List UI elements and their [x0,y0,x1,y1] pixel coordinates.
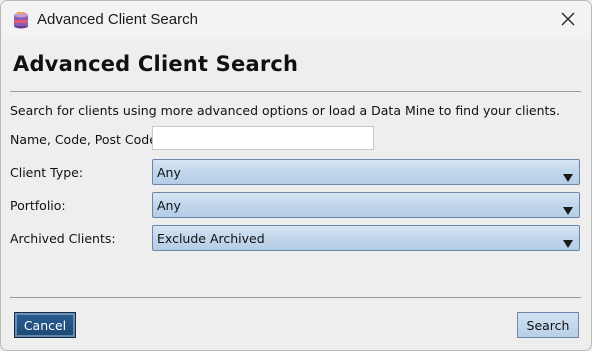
portfolio-label: Portfolio: [10,198,66,213]
chevron-down-icon [563,234,573,248]
client-type-label: Client Type: [10,165,84,180]
portfolio-value: Any [157,198,181,213]
title-bar: Advanced Client Search [1,1,591,39]
archived-clients-value: Exclude Archived [157,231,265,246]
portfolio-select[interactable]: Any [152,192,580,218]
name-search-label: Name, Code, Post Code [10,132,157,147]
app-logo-icon [12,11,30,29]
page-title: Advanced Client Search [13,52,299,76]
chevron-down-icon [563,201,573,215]
name-search-input[interactable] [152,126,374,150]
chevron-down-icon [563,168,573,182]
archived-clients-select[interactable]: Exclude Archived [152,225,580,251]
advanced-client-search-dialog: Advanced Client Search Advanced Client S… [0,0,592,351]
window-title: Advanced Client Search [37,11,198,28]
client-type-select[interactable]: Any [152,159,580,185]
header-divider [10,91,581,92]
description-text: Search for clients using more advanced o… [10,103,560,118]
cancel-button[interactable]: Cancel [14,312,76,338]
search-button[interactable]: Search [517,312,579,338]
client-type-value: Any [157,165,181,180]
close-button[interactable] [545,1,591,39]
archived-clients-label: Archived Clients: [10,231,116,246]
footer-divider [10,297,581,298]
close-icon [561,11,575,30]
